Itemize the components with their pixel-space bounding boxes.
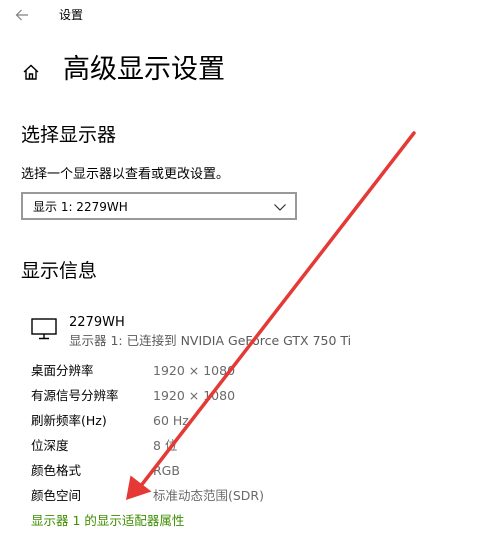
info-row-bit-depth: 位深度 8 位	[31, 436, 451, 456]
display-info-heading: 显示信息	[21, 260, 98, 282]
display-select-value: 显示 1: 2279WH	[33, 200, 128, 214]
chevron-down-icon	[274, 204, 286, 211]
info-label: 位深度	[31, 438, 69, 453]
monitor-connection: 显示器 1: 已连接到 NVIDIA GeForce GTX 750 Ti	[69, 333, 352, 348]
select-display-description: 选择一个显示器以查看或更改设置。	[21, 167, 230, 182]
back-arrow-icon	[15, 9, 28, 21]
info-label: 刷新频率(Hz)	[31, 413, 107, 428]
home-button[interactable]	[18, 59, 44, 85]
info-row-refresh-rate: 刷新频率(Hz) 60 Hz	[31, 411, 451, 431]
title-bar: 设置	[0, 0, 477, 32]
info-value: 标准动态范围(SDR)	[153, 488, 264, 503]
info-label: 有源信号分辨率	[31, 388, 119, 403]
display-adapter-properties-link[interactable]: 显示器 1 的显示适配器属性	[31, 511, 184, 531]
display-select[interactable]: 显示 1: 2279WH	[21, 192, 297, 220]
info-row-color-format: 颜色格式 RGB	[31, 461, 451, 481]
info-row-active-signal-resolution: 有源信号分辨率 1920 × 1080	[31, 386, 451, 406]
info-value: 1920 × 1080	[153, 388, 236, 403]
monitor-icon	[31, 318, 57, 340]
back-button[interactable]	[6, 2, 38, 28]
info-row-desktop-resolution: 桌面分辨率 1920 × 1080	[31, 361, 451, 381]
monitor-name: 2279WH	[69, 315, 125, 330]
info-row-color-space: 颜色空间 标准动态范围(SDR)	[31, 486, 451, 506]
info-label: 颜色格式	[31, 463, 82, 478]
info-value: RGB	[153, 463, 180, 478]
info-label: 颜色空间	[31, 488, 82, 503]
page-title: 高级显示设置	[63, 54, 225, 85]
info-label: 桌面分辨率	[31, 363, 94, 378]
info-value: 60 Hz	[153, 413, 189, 428]
info-value: 1920 × 1080	[153, 363, 236, 378]
window-title: 设置	[59, 8, 84, 22]
info-value: 8 位	[153, 438, 178, 453]
select-display-heading: 选择显示器	[21, 124, 117, 146]
home-icon	[23, 64, 39, 80]
